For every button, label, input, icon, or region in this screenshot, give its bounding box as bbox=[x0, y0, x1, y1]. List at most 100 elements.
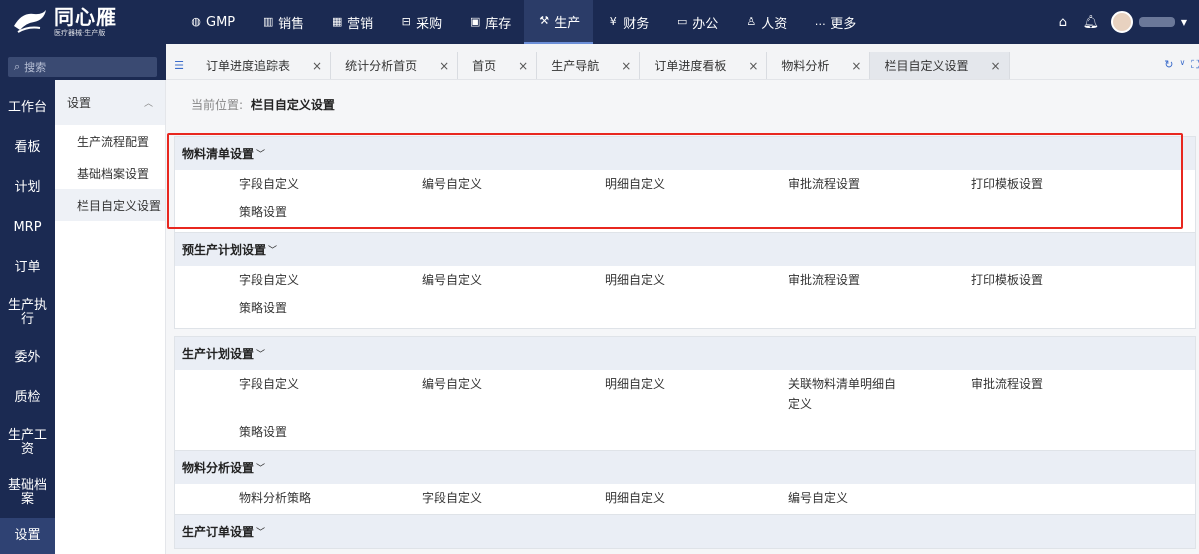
bell-icon[interactable]: 🔔︎ bbox=[1077, 15, 1105, 30]
search-input[interactable]: ⌕ 搜索 bbox=[8, 57, 157, 77]
setting-link[interactable]: 明细自定义 bbox=[605, 270, 727, 290]
tab-tools: ↻ ∨ ⛶ bbox=[1164, 58, 1199, 72]
close-icon[interactable]: × bbox=[518, 59, 528, 73]
tab-6[interactable]: 栏目自定义设置 × bbox=[870, 52, 1010, 79]
section-header[interactable]: 生产计划设置 ﹀ bbox=[175, 337, 1195, 370]
section-header[interactable]: 预生产计划设置 ﹀ bbox=[175, 233, 1195, 266]
tab-label: 栏目自定义设置 bbox=[884, 59, 969, 73]
top-navbar: 同心雁 医疗器械·生产版 ◍ GMP ▥ 销售 ▦ 营销 ⊟ 采购 ▣ 库存 ⚒ 生产 ¥ 财务 ▭ 办公 ♙ 人… bbox=[0, 0, 1199, 44]
setting-link[interactable]: 策略设置 bbox=[239, 422, 361, 442]
close-icon[interactable]: × bbox=[851, 59, 861, 73]
nav-item-9[interactable]: … 更多 bbox=[800, 0, 869, 44]
section-header[interactable]: 生产订单设置 ﹀ bbox=[175, 515, 1195, 548]
setting-link[interactable]: 编号自定义 bbox=[788, 488, 910, 508]
sidebar-item-2[interactable]: 计划 bbox=[0, 168, 55, 208]
tab-1[interactable]: 统计分析首页 × bbox=[331, 52, 459, 79]
setting-link[interactable]: 审批流程设置 bbox=[788, 174, 910, 194]
sidebar-item-10[interactable]: 设置 bbox=[0, 518, 55, 554]
brand-logo[interactable]: 同心雁 医疗器械·生产版 bbox=[0, 0, 168, 44]
setting-link[interactable]: 审批流程设置 bbox=[788, 270, 910, 290]
settings-section: 生产计划设置 ﹀ 字段自定义 编号自定义 明细自定义 关联物料清单明细自定义 审批流程设置策… bbox=[174, 336, 1196, 453]
sidebar-item-5[interactable]: 生产执行 bbox=[0, 288, 55, 338]
tab-label: 订单进度追踪表 bbox=[206, 59, 291, 73]
submenu-header[interactable]: 设置 ︿ bbox=[55, 80, 165, 125]
setting-link[interactable]: 策略设置 bbox=[239, 298, 361, 318]
section-header[interactable]: 物料清单设置 ﹀ bbox=[175, 137, 1195, 170]
goose-logo-icon bbox=[14, 10, 46, 33]
nav-item-2[interactable]: ▦ 营销 bbox=[317, 0, 386, 44]
setting-link[interactable]: 编号自定义 bbox=[422, 374, 544, 394]
section-title: 物料分析设置 bbox=[182, 461, 255, 475]
submenu-item-column-custom[interactable]: 栏目自定义设置 bbox=[55, 189, 165, 221]
sidebar-toggle-icon[interactable]: ☰ bbox=[166, 52, 192, 79]
nav-item-7[interactable]: ▭ 办公 bbox=[662, 0, 731, 44]
tab-label: 统计分析首页 bbox=[345, 59, 418, 73]
hr-icon: ♙ bbox=[746, 15, 757, 28]
sidebar-item-8[interactable]: 生产工资 bbox=[0, 418, 55, 468]
submenu-item-archive-settings[interactable]: 基础档案设置 bbox=[55, 157, 165, 189]
username-blurred[interactable] bbox=[1138, 17, 1175, 27]
sidebar-item-4[interactable]: 订单 bbox=[0, 248, 55, 288]
nav-item-4[interactable]: ▣ 库存 bbox=[455, 0, 524, 44]
submenu-item-flow-config[interactable]: 生产流程配置 bbox=[55, 125, 165, 157]
setting-link[interactable]: 编号自定义 bbox=[422, 270, 544, 290]
section-body: 字段自定义 编号自定义 明细自定义 审批流程设置 打印模板设置策略设置 bbox=[175, 170, 1195, 232]
setting-link[interactable]: 打印模板设置 bbox=[971, 270, 1093, 290]
tab-5[interactable]: 物料分析 × bbox=[767, 52, 871, 79]
more-icon: … bbox=[814, 15, 826, 28]
section-header[interactable]: 物料分析设置 ﹀ bbox=[175, 451, 1195, 484]
setting-link[interactable]: 打印模板设置 bbox=[971, 174, 1093, 194]
nav-item-5[interactable]: ⚒ 生产 bbox=[524, 0, 594, 44]
close-icon[interactable]: × bbox=[312, 59, 322, 73]
nav-item-6[interactable]: ¥ 财务 bbox=[593, 0, 662, 44]
close-icon[interactable]: × bbox=[748, 59, 758, 73]
home-icon[interactable]: ⌂ bbox=[1049, 15, 1077, 30]
close-icon[interactable]: × bbox=[621, 59, 631, 73]
setting-link[interactable]: 编号自定义 bbox=[422, 174, 544, 194]
section-title: 物料清单设置 bbox=[182, 147, 255, 161]
setting-link[interactable]: 审批流程设置 bbox=[971, 374, 1093, 394]
sidebar-item-1[interactable]: 看板 bbox=[0, 128, 55, 168]
nav-item-1[interactable]: ▥ 销售 bbox=[248, 0, 317, 44]
chevron-down-icon[interactable]: ▼ bbox=[1181, 18, 1187, 27]
tab-0[interactable]: 订单进度追踪表 × bbox=[192, 52, 332, 79]
refresh-icon[interactable]: ↻ bbox=[1164, 58, 1173, 72]
sidebar-item-0[interactable]: 工作台 bbox=[0, 88, 55, 128]
close-icon[interactable]: × bbox=[990, 59, 1000, 73]
tab-4[interactable]: 订单进度看板 × bbox=[640, 52, 768, 79]
setting-link[interactable]: 关联物料清单明细自定义 bbox=[788, 374, 906, 414]
finance-icon: ¥ bbox=[609, 15, 617, 28]
chevron-down-icon[interactable]: ∨ bbox=[1179, 58, 1185, 72]
nav-item-0[interactable]: ◍ GMP bbox=[176, 0, 248, 44]
nav-item-3[interactable]: ⊟ 采购 bbox=[386, 0, 455, 44]
setting-link[interactable]: 明细自定义 bbox=[605, 374, 727, 394]
setting-link[interactable]: 字段自定义 bbox=[239, 374, 361, 394]
sidebar-item-9[interactable]: 基础档案 bbox=[0, 468, 55, 518]
setting-link[interactable]: 字段自定义 bbox=[239, 174, 361, 194]
sidebar-item-3[interactable]: MRP bbox=[0, 208, 55, 248]
nav-item-8[interactable]: ♙ 人资 bbox=[731, 0, 800, 44]
sales-icon: ▥ bbox=[262, 15, 274, 28]
section-body: 物料分析策略 字段自定义 明细自定义 编号自定义 bbox=[175, 484, 1195, 518]
close-icon[interactable]: × bbox=[439, 59, 449, 73]
setting-link[interactable]: 字段自定义 bbox=[422, 488, 544, 508]
tab-label: 物料分析 bbox=[781, 59, 830, 73]
tab-3[interactable]: 生产导航 × bbox=[537, 52, 641, 79]
sidebar-item-7[interactable]: 质检 bbox=[0, 378, 55, 418]
avatar[interactable] bbox=[1110, 11, 1133, 33]
setting-link[interactable]: 物料分析策略 bbox=[239, 488, 361, 508]
breadcrumb-current: 栏目自定义设置 bbox=[250, 98, 335, 112]
section-title: 生产订单设置 bbox=[182, 525, 255, 539]
tab-2[interactable]: 首页 × bbox=[458, 52, 538, 79]
setting-link[interactable]: 明细自定义 bbox=[605, 488, 727, 508]
search-placeholder: 搜索 bbox=[24, 61, 47, 74]
nav-label: 财务 bbox=[623, 16, 650, 32]
tab-label: 生产导航 bbox=[551, 59, 600, 73]
section-title: 预生产计划设置 bbox=[182, 243, 267, 257]
marketing-icon: ▦ bbox=[331, 15, 343, 28]
fullscreen-icon[interactable]: ⛶ bbox=[1191, 58, 1199, 72]
sidebar-item-6[interactable]: 委外 bbox=[0, 338, 55, 378]
setting-link[interactable]: 明细自定义 bbox=[605, 174, 727, 194]
setting-link[interactable]: 策略设置 bbox=[239, 202, 361, 222]
setting-link[interactable]: 字段自定义 bbox=[239, 270, 361, 290]
